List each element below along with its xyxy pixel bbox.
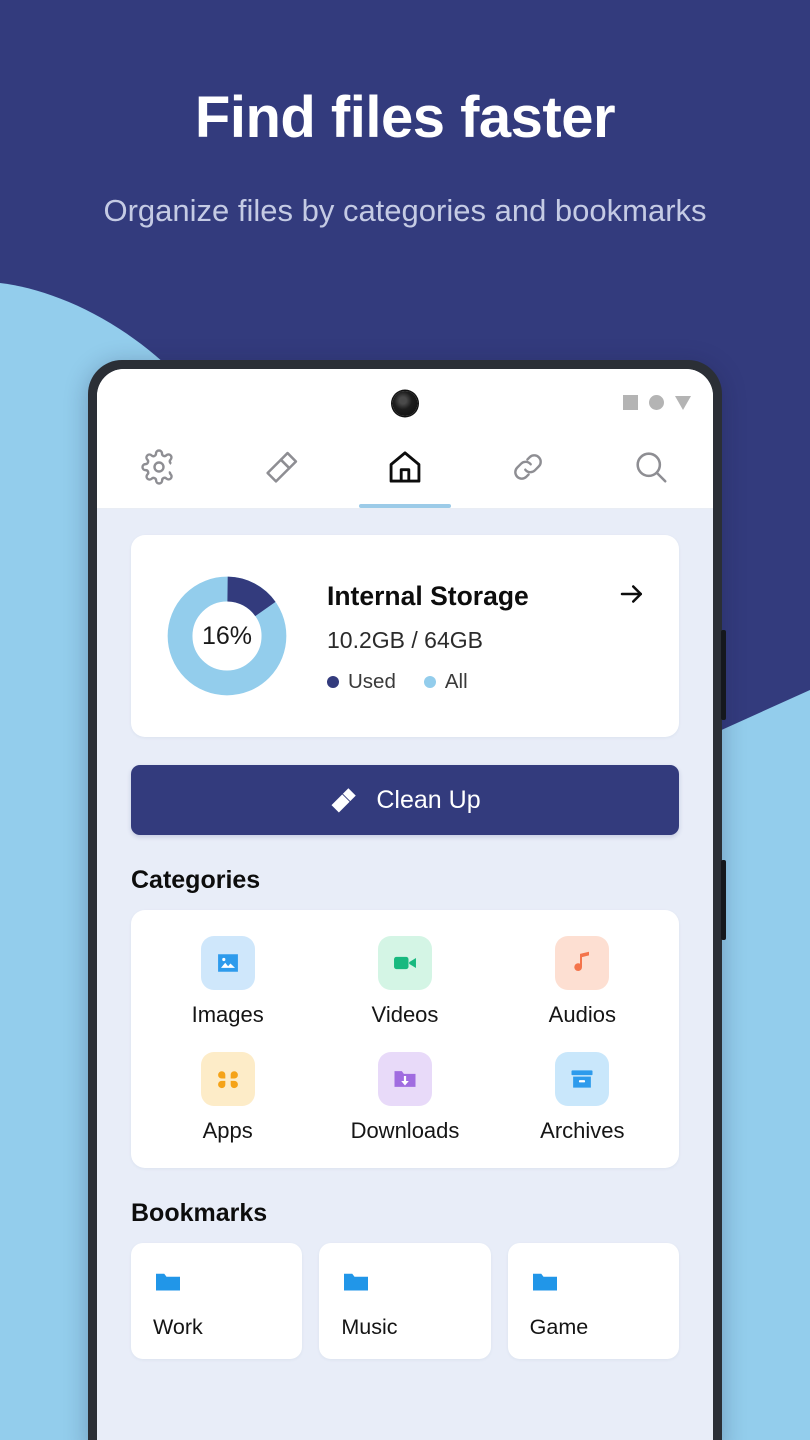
archive-glyph xyxy=(571,1070,593,1088)
category-label: Downloads xyxy=(350,1118,460,1143)
status-bar xyxy=(97,369,713,425)
bookmark-game[interactable]: Game xyxy=(507,1243,679,1359)
music-glyph xyxy=(574,951,590,971)
donut-percent-label: 16% xyxy=(201,621,253,650)
storage-donut-chart: 16% xyxy=(165,574,289,698)
storage-title: Internal Storage xyxy=(327,580,529,611)
broom-icon xyxy=(331,788,357,813)
phone-screen: 16% Internal Storage 10.2GB / 64GB Used … xyxy=(97,369,713,1440)
category-downloads[interactable]: Downloads xyxy=(316,1052,493,1144)
category-apps[interactable]: Apps xyxy=(139,1052,316,1144)
arrow-right-icon xyxy=(620,584,642,603)
app-content: 16% Internal Storage 10.2GB / 64GB Used … xyxy=(97,509,713,1440)
folder-down-icon xyxy=(377,1052,432,1106)
bookmark-label: Music xyxy=(341,1315,398,1339)
folder-icon xyxy=(344,1273,369,1291)
image-icon xyxy=(200,936,255,990)
storage-title-row: Internal Storage xyxy=(327,579,651,614)
clean-up-button[interactable]: Clean Up xyxy=(131,765,679,835)
broom-icon xyxy=(266,451,297,483)
legend-label-all: All xyxy=(444,669,468,693)
storage-open-button[interactable] xyxy=(617,579,651,614)
category-archives[interactable]: Archives xyxy=(494,1052,671,1144)
clean-up-label: Clean Up xyxy=(376,785,481,814)
square-icon xyxy=(623,395,638,410)
tab-settings[interactable] xyxy=(97,425,220,508)
bookmark-work[interactable]: Work xyxy=(131,1243,303,1359)
gear-icon xyxy=(140,448,173,485)
volume-down-button[interactable] xyxy=(721,860,726,940)
category-label: Audios xyxy=(548,1002,616,1027)
categories-heading: Categories xyxy=(131,866,261,894)
bookmarks-grid: Work Music Game xyxy=(131,1243,679,1359)
legend-item-used: Used xyxy=(327,670,396,694)
bookmark-music[interactable]: Music xyxy=(319,1243,491,1359)
system-icons xyxy=(623,395,691,410)
tab-cleanup[interactable] xyxy=(220,425,343,508)
music-note-icon xyxy=(555,936,610,990)
legend-label-used: Used xyxy=(348,669,396,693)
storage-legend: Used All xyxy=(327,670,651,694)
tab-active-indicator xyxy=(359,504,451,508)
tab-search[interactable] xyxy=(590,425,713,508)
categories-grid: Images Videos Audios Apps Downloads Arch… xyxy=(139,936,671,1144)
camera-punch-hole-icon xyxy=(392,391,418,416)
folder-icon xyxy=(156,1273,180,1291)
bookmark-label: Work xyxy=(153,1315,203,1339)
phone-mockup: 16% Internal Storage 10.2GB / 64GB Used … xyxy=(88,360,726,1440)
category-label: Apps xyxy=(202,1118,253,1143)
home-icon xyxy=(389,450,421,483)
triangle-down-icon xyxy=(675,395,691,410)
tab-home[interactable] xyxy=(343,425,466,508)
storage-usage: 10.2GB / 64GB xyxy=(327,626,483,653)
legend-dot-all xyxy=(423,675,436,688)
image-glyph xyxy=(217,954,238,972)
download-glyph xyxy=(394,1071,416,1087)
apps-grid-icon xyxy=(200,1052,255,1106)
bookmark-label: Game xyxy=(529,1315,589,1339)
category-label: Images xyxy=(191,1002,264,1027)
categories-card: Images Videos Audios Apps Downloads Arch… xyxy=(131,910,679,1168)
tab-links[interactable] xyxy=(467,425,590,508)
category-label: Videos xyxy=(371,1002,439,1027)
category-images[interactable]: Images xyxy=(139,936,316,1028)
search-icon xyxy=(636,451,667,483)
internal-storage-card[interactable]: 16% Internal Storage 10.2GB / 64GB Used … xyxy=(131,535,679,737)
folder-icon xyxy=(532,1273,557,1291)
legend-dot-used xyxy=(327,675,339,688)
video-camera-icon xyxy=(377,936,432,990)
link-icon xyxy=(514,453,543,480)
category-label: Archives xyxy=(540,1118,625,1143)
tab-bar xyxy=(97,425,713,509)
apps-glyph xyxy=(217,1071,238,1089)
legend-item-all: All xyxy=(423,669,468,694)
video-glyph xyxy=(394,956,416,970)
circle-icon xyxy=(649,395,664,410)
bookmarks-heading: Bookmarks xyxy=(131,1199,268,1227)
volume-up-button[interactable] xyxy=(721,630,726,720)
category-audios[interactable]: Audios xyxy=(494,936,671,1028)
category-videos[interactable]: Videos xyxy=(316,936,493,1028)
archive-box-icon xyxy=(555,1052,610,1106)
storage-info: Internal Storage 10.2GB / 64GB Used All xyxy=(327,579,651,694)
